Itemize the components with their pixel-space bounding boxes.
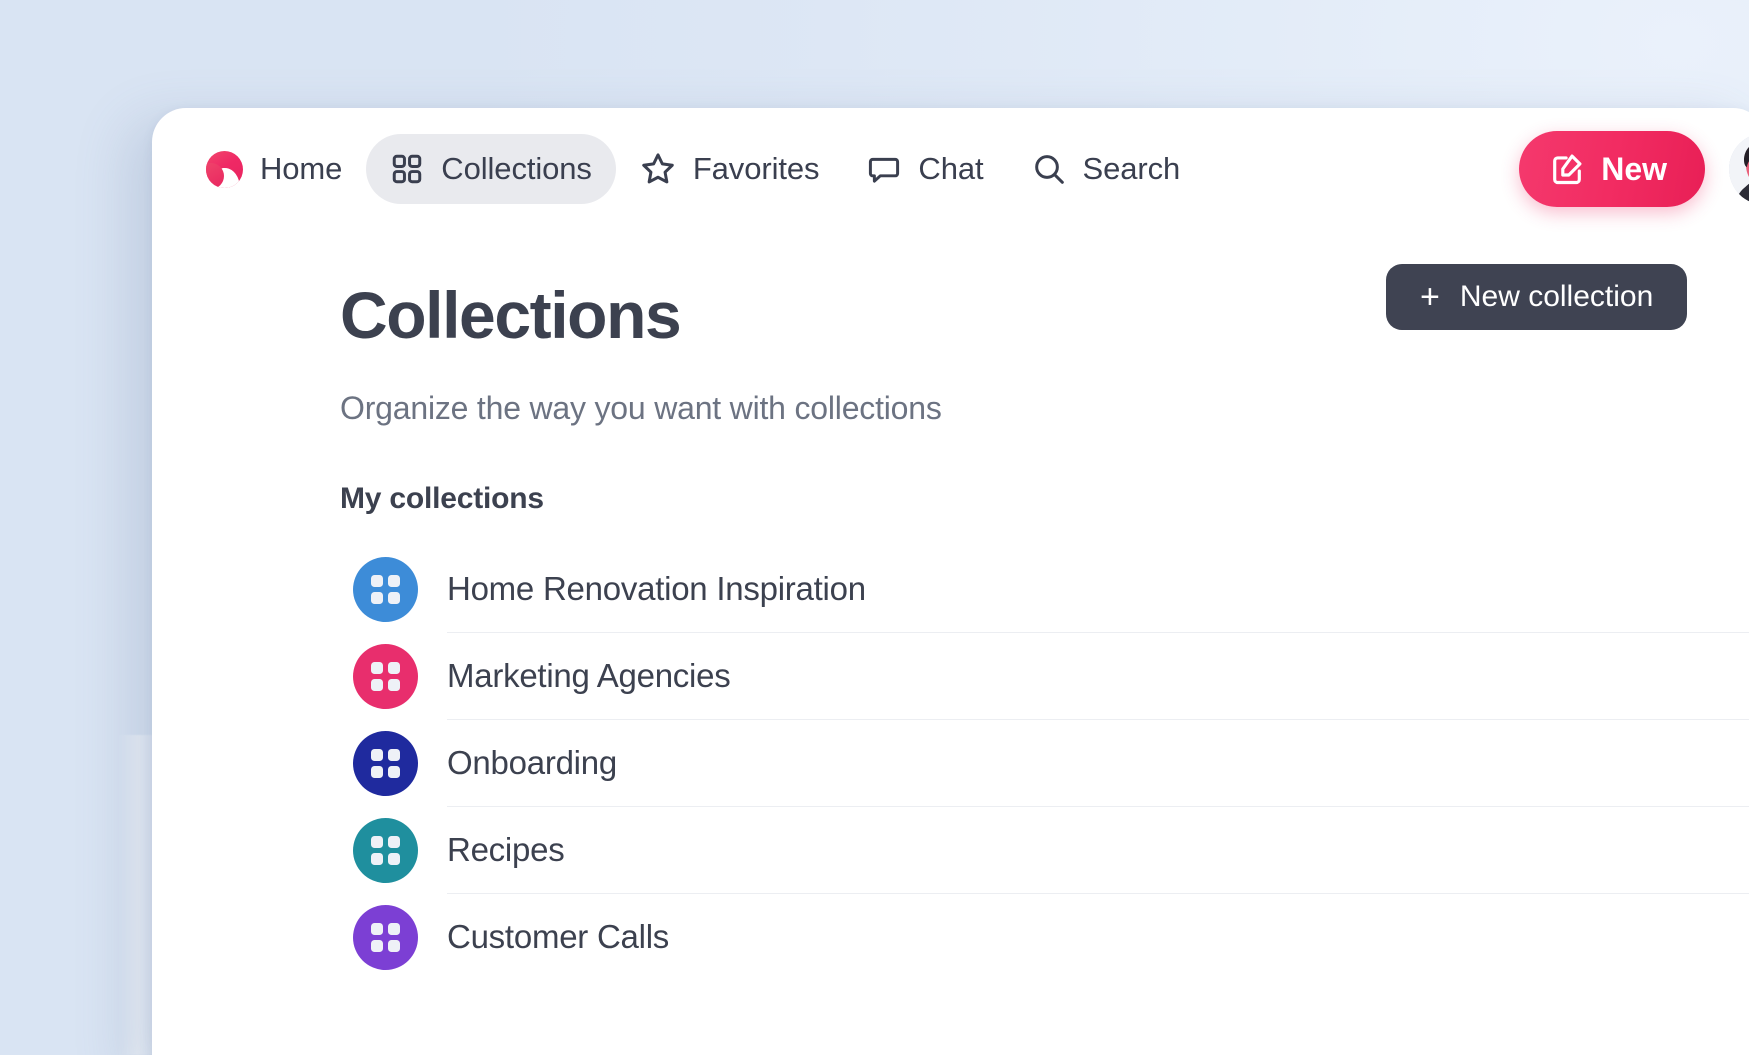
page-content: + New collection Collections Organize th…: [152, 230, 1749, 980]
grid-icon: [390, 152, 424, 186]
star-icon: [640, 151, 676, 187]
edit-pencil-square-icon: [1549, 151, 1585, 187]
page-subtitle: Organize the way you want with collectio…: [340, 390, 942, 426]
top-navigation-bar: Home Collections Favorites Chat Search N…: [152, 108, 1749, 230]
nav-item-label: Search: [1082, 151, 1181, 186]
nav-item-favorites[interactable]: Favorites: [616, 134, 844, 204]
new-button[interactable]: New: [1519, 131, 1705, 207]
grid-icon: [353, 556, 418, 622]
nav-item-label: Chat: [918, 151, 984, 186]
app-window: Home Collections Favorites Chat Search N…: [152, 108, 1749, 1055]
collection-name: Marketing Agencies: [447, 657, 731, 694]
chat-bubble-icon: [867, 152, 901, 186]
collection-name: Home Renovation Inspiration: [447, 570, 866, 607]
nav-item-search[interactable]: Search: [1008, 134, 1205, 204]
nav-item-label: Collections: [441, 151, 592, 186]
collection-name: Customer Calls: [447, 918, 670, 955]
list-item[interactable]: Recipes: [353, 807, 1749, 893]
grid-icon: [353, 817, 418, 883]
collection-name: Recipes: [447, 831, 565, 868]
new-collection-button[interactable]: + New collection: [1386, 264, 1688, 330]
grid-icon: [353, 643, 418, 709]
list-item[interactable]: Customer Calls: [353, 894, 1749, 980]
user-avatar[interactable]: [1729, 133, 1749, 205]
grid-icon: [353, 904, 418, 970]
brand-logo-icon: [206, 150, 243, 188]
desktop-background: Home Collections Favorites Chat Search N…: [0, 0, 1749, 1055]
search-icon: [1032, 152, 1066, 186]
section-title-my-collections: My collections: [340, 482, 544, 515]
nav-item-home[interactable]: Home: [182, 134, 366, 204]
list-item[interactable]: Onboarding: [353, 720, 1749, 806]
new-button-label: New: [1601, 150, 1667, 187]
nav-item-label: Home: [260, 151, 343, 186]
collection-name: Onboarding: [447, 744, 617, 781]
new-collection-button-label: New collection: [1459, 280, 1654, 313]
list-item[interactable]: Marketing Agencies: [353, 633, 1749, 719]
collections-list: Home Renovation Inspiration Marketing Ag…: [340, 546, 1749, 980]
nav-item-collections[interactable]: Collections: [366, 134, 616, 204]
grid-icon: [353, 730, 418, 796]
nav-item-chat[interactable]: Chat: [843, 134, 1007, 204]
nav-item-label: Favorites: [692, 151, 820, 186]
plus-icon: +: [1420, 278, 1440, 316]
list-item[interactable]: Home Renovation Inspiration: [353, 546, 1749, 632]
